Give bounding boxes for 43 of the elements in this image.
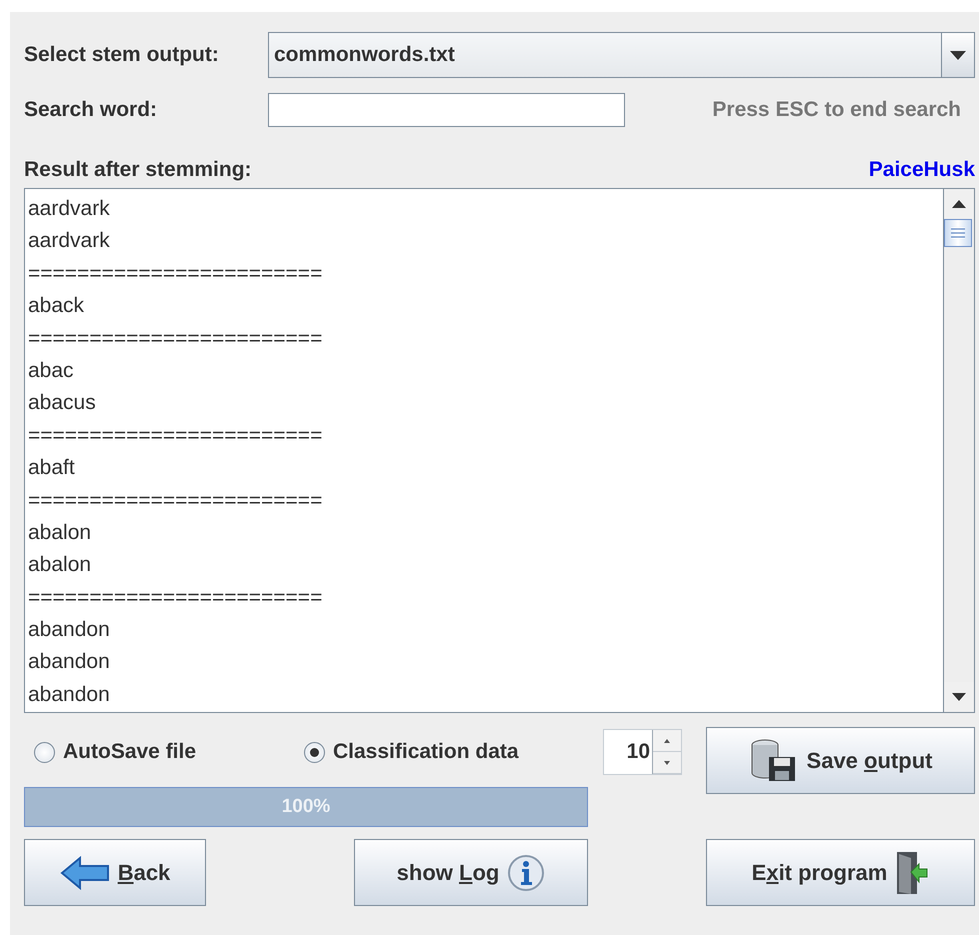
result-line: abandon xyxy=(28,682,111,708)
show-log-button[interactable]: show Log xyxy=(354,839,588,906)
result-line: ======================== xyxy=(28,260,324,287)
radio-label[interactable]: Classification data xyxy=(333,740,519,764)
dropdown-arrow-icon xyxy=(950,50,966,60)
door-exit-icon xyxy=(895,850,930,896)
search-hint: Press ESC to end search xyxy=(712,98,961,122)
result-line: ======================== xyxy=(28,422,324,449)
scroll-thumb[interactable] xyxy=(944,219,972,247)
stem-output-dropdown[interactable]: commonwords.txt xyxy=(268,32,975,78)
result-line: abacus xyxy=(28,390,97,416)
result-line: abandon xyxy=(28,617,111,644)
result-line: ======================== xyxy=(28,326,324,352)
radio-button[interactable] xyxy=(34,742,55,762)
left-arrow-icon xyxy=(60,856,110,890)
paicehusk-link[interactable]: PaiceHusk xyxy=(868,158,975,182)
vertical-scrollbar[interactable] xyxy=(943,189,974,712)
exit-program-button[interactable]: Exit program xyxy=(706,839,975,906)
result-line: abaft xyxy=(28,455,76,482)
spin-up-icon[interactable] xyxy=(664,738,670,742)
radio-button[interactable] xyxy=(304,742,325,762)
result-line: ======================== xyxy=(28,488,324,514)
number-spinner[interactable]: 10 xyxy=(603,729,682,775)
progress-text: 100% xyxy=(280,796,332,818)
search-word-label: Search word: xyxy=(24,98,158,122)
result-line: abalon xyxy=(28,520,92,546)
info-icon xyxy=(507,854,546,892)
back-button[interactable]: Back xyxy=(24,839,206,906)
result-line: aardvark xyxy=(28,228,111,254)
save-output-button[interactable]: Save output xyxy=(706,727,975,794)
spin-down-icon[interactable] xyxy=(664,760,670,764)
result-line: aback xyxy=(28,293,86,320)
search-field[interactable] xyxy=(268,93,625,127)
radio-label[interactable]: AutoSave file xyxy=(63,740,196,764)
result-line: abac xyxy=(28,358,75,384)
result-line: abalon xyxy=(28,552,92,578)
stem-output-label: Select stem output: xyxy=(24,43,220,67)
result-line: abandon xyxy=(28,649,111,676)
result-line: ======================== xyxy=(28,584,324,611)
result-label: Result after stemming: xyxy=(24,158,252,182)
result-line: aardvark xyxy=(28,196,111,222)
scroll-up-icon[interactable] xyxy=(952,200,966,208)
scroll-down-icon[interactable] xyxy=(952,693,966,701)
